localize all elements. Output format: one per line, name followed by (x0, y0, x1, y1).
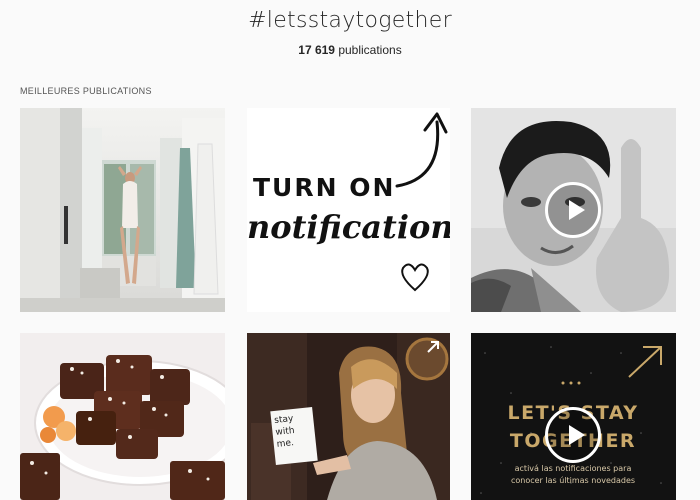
brownies-photo (20, 333, 225, 500)
post-count-number: 17 619 (298, 43, 335, 57)
play-icon[interactable] (545, 182, 601, 238)
post-count: 17 619 publications (0, 43, 700, 57)
top-posts-label: MEILLEURES PUBLICATIONS (20, 86, 152, 96)
post-tile-video-lets-stay[interactable]: LET'S STAY TOGETHER activá las notificac… (471, 333, 676, 500)
subtitle-line1: activá las notificaciones para (515, 464, 632, 473)
notifications-graphic: TURN ON notifications (247, 108, 450, 312)
turn-on-text: TURN ON (253, 173, 395, 202)
bathroom-photo (20, 108, 225, 312)
post-count-suffix: publications (334, 43, 402, 57)
post-tile-brownies[interactable] (20, 333, 225, 500)
play-icon[interactable] (545, 407, 601, 463)
post-tile-bathroom[interactable] (20, 108, 225, 312)
post-tile-video-man[interactable] (471, 108, 676, 312)
post-tile-stay-with-me[interactable]: stay with me. (247, 333, 450, 500)
hashtag-title: #letsstaytogether (248, 8, 452, 33)
carousel-arrow-icon (427, 341, 439, 353)
notifications-text: notifications (247, 208, 450, 246)
subtitle-line2: conocer las últimas novedades (511, 476, 635, 485)
card-text: stay with me. (273, 414, 296, 450)
post-tile-notifications[interactable]: TURN ON notifications (247, 108, 450, 312)
stay-with-me-card: stay with me. (270, 406, 318, 466)
